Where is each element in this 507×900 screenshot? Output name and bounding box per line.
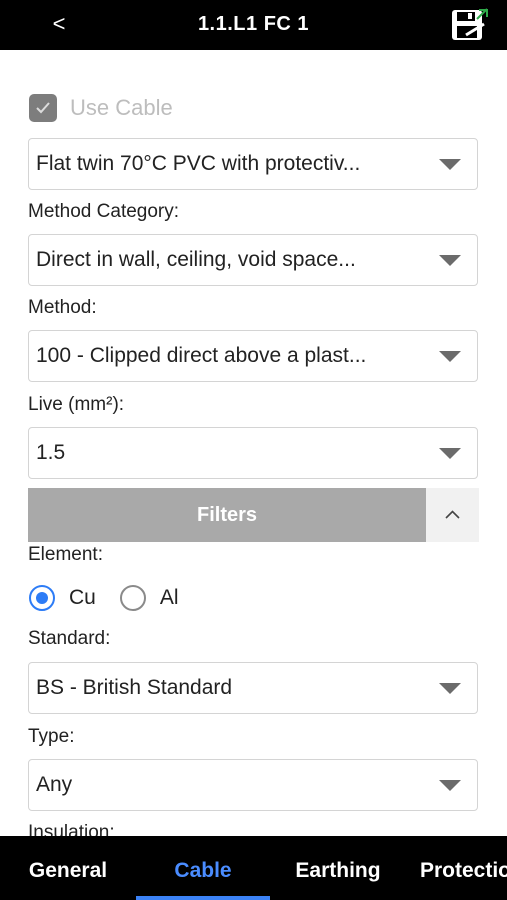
cable-form: Use Cable Flat twin 70°C PVC with protec… xyxy=(0,50,507,836)
standard-select[interactable]: BS - British Standard xyxy=(28,662,478,714)
method-category-select[interactable]: Direct in wall, ceiling, void space... xyxy=(28,234,478,286)
tab-protection[interactable]: Protectio xyxy=(406,836,507,900)
type-value: Any xyxy=(36,773,73,796)
method-category-value: Direct in wall, ceiling, void space... xyxy=(36,248,356,271)
top-navigation-bar: < 1.1.L1 FC 1 xyxy=(0,0,507,50)
type-label: Type: xyxy=(28,726,75,747)
tab-general[interactable]: General xyxy=(0,836,136,900)
chevron-up-icon xyxy=(445,510,460,519)
chevron-down-icon xyxy=(439,683,461,694)
element-label: Element: xyxy=(28,544,103,565)
method-value: 100 - Clipped direct above a plast... xyxy=(36,344,367,367)
radio-cu-label: Cu xyxy=(69,586,96,609)
tab-earthing[interactable]: Earthing xyxy=(270,836,406,900)
method-category-label: Method Category: xyxy=(28,201,180,222)
active-tab-indicator xyxy=(136,896,270,900)
use-cable-checkbox[interactable] xyxy=(29,94,57,122)
filters-toggle-button[interactable]: Filters xyxy=(28,488,426,542)
use-cable-row[interactable]: Use Cable xyxy=(29,93,173,123)
live-value: 1.5 xyxy=(36,441,66,464)
chevron-down-icon xyxy=(439,159,461,170)
live-label: Live (mm²): xyxy=(28,394,125,415)
method-label: Method: xyxy=(28,297,97,318)
cable-type-select[interactable]: Flat twin 70°C PVC with protectiv... xyxy=(28,138,478,190)
radio-al[interactable] xyxy=(119,585,146,611)
live-select[interactable]: 1.5 xyxy=(28,427,478,479)
element-radio-group: Cu Al xyxy=(29,583,203,613)
type-select[interactable]: Any xyxy=(28,759,478,811)
use-cable-label: Use Cable xyxy=(70,95,173,120)
radio-al-label: Al xyxy=(159,586,179,609)
method-select[interactable]: 100 - Clipped direct above a plast... xyxy=(28,330,478,382)
checkmark-icon xyxy=(36,102,50,114)
standard-label: Standard: xyxy=(28,628,111,649)
chevron-down-icon xyxy=(439,448,461,459)
cable-type-value: Flat twin 70°C PVC with protectiv... xyxy=(36,152,361,175)
chevron-down-icon xyxy=(439,255,461,266)
insulation-label: Insulation: xyxy=(28,822,115,836)
tab-cable[interactable]: Cable xyxy=(136,836,270,900)
save-icon[interactable] xyxy=(448,6,490,44)
bottom-tab-bar: General Cable Earthing Protectio xyxy=(0,836,507,900)
collapse-filters-button[interactable] xyxy=(426,488,479,542)
page-title: 1.1.L1 FC 1 xyxy=(197,13,310,35)
chevron-down-icon xyxy=(439,780,461,791)
chevron-down-icon xyxy=(439,351,461,362)
standard-value: BS - British Standard xyxy=(36,676,233,699)
radio-cu[interactable] xyxy=(29,585,55,611)
